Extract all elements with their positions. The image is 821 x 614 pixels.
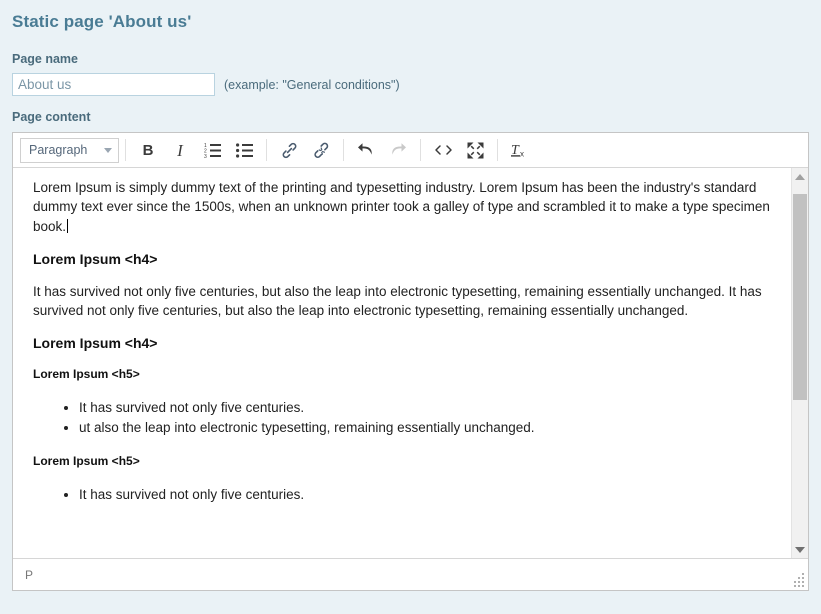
heading-h5-2: Lorem Ipsum <h5> [33, 454, 140, 469]
list-item: It has survived not only five centuries. [79, 398, 773, 417]
paragraph-1: Lorem Ipsum is simply dummy text of the … [33, 180, 770, 234]
italic-icon: I [177, 140, 183, 160]
svg-text:x: x [520, 149, 524, 158]
toolbar-separator [497, 139, 498, 161]
heading-h4-2: Lorem Ipsum <h4> [33, 335, 158, 352]
page-name-label: Page name [12, 52, 79, 66]
list-item: ut also the leap into electronic typeset… [79, 418, 773, 437]
caret-down-icon [795, 546, 805, 553]
page-name-input[interactable] [12, 73, 215, 96]
remove-format-button[interactable]: T x [506, 137, 534, 163]
source-code-icon [434, 143, 453, 157]
bold-button[interactable]: B [134, 137, 162, 163]
fullscreen-button[interactable] [461, 137, 489, 163]
editor-toolbar: Paragraph B I 1 2 3 T x [13, 133, 808, 168]
editor-status-bar: P [13, 558, 808, 590]
resize-handle-icon[interactable] [791, 573, 805, 587]
chevron-down-icon [104, 147, 112, 153]
redo-icon [389, 142, 407, 158]
italic-button[interactable]: I [166, 137, 194, 163]
svg-text:3: 3 [204, 154, 207, 158]
toolbar-separator [420, 139, 421, 161]
element-path[interactable]: P [25, 568, 33, 582]
static-page-form: Static page 'About us' Page name (exampl… [0, 0, 821, 614]
list-item: It has survived not only five centuries. [79, 485, 773, 504]
format-select-label: Paragraph [29, 143, 88, 157]
toolbar-separator [266, 139, 267, 161]
undo-button[interactable] [352, 137, 380, 163]
bold-icon: B [142, 141, 154, 159]
remove-format-icon: T x [510, 142, 530, 159]
unlink-button[interactable] [307, 137, 335, 163]
scrollbar-thumb[interactable] [793, 194, 807, 400]
scroll-up-button[interactable] [792, 168, 808, 185]
page-name-hint: (example: "General conditions") [224, 77, 400, 92]
heading-h4-1: Lorem Ipsum <h4> [33, 250, 158, 267]
undo-icon [357, 142, 375, 158]
toolbar-separator [125, 139, 126, 161]
page-content-label: Page content [12, 110, 91, 124]
link-icon [281, 142, 298, 159]
numbered-list-button[interactable]: 1 2 3 [198, 137, 226, 163]
text-caret [67, 218, 69, 233]
editor-content-area[interactable]: Lorem Ipsum is simply dummy text of the … [13, 168, 808, 558]
paragraph-2: It has survived not only five centuries,… [33, 283, 762, 319]
bullet-list-2: It has survived not only five centuries. [33, 485, 773, 504]
page-name-row: (example: "General conditions") [12, 66, 809, 96]
source-code-button[interactable] [429, 137, 457, 163]
editor-vertical-scrollbar[interactable] [791, 168, 808, 558]
link-button[interactable] [275, 137, 303, 163]
toolbar-separator [343, 139, 344, 161]
numbered-list-icon: 1 2 3 [204, 143, 221, 158]
format-select[interactable]: Paragraph [20, 137, 119, 163]
scroll-down-button[interactable] [792, 541, 808, 558]
bullet-list-1: It has survived not only five centuries.… [33, 398, 773, 437]
editor-document[interactable]: Lorem Ipsum is simply dummy text of the … [13, 168, 785, 530]
redo-button[interactable] [384, 137, 412, 163]
heading-h5-1: Lorem Ipsum <h5> [33, 367, 140, 382]
unlink-icon [313, 142, 330, 159]
fullscreen-icon [467, 142, 484, 159]
caret-up-icon [795, 173, 805, 180]
page-title: Static page 'About us' [12, 12, 192, 31]
rich-text-editor: Paragraph B I 1 2 3 T x Lorem Ipsum is s… [12, 132, 809, 591]
bulleted-list-icon [235, 142, 253, 158]
bulleted-list-button[interactable] [230, 137, 258, 163]
